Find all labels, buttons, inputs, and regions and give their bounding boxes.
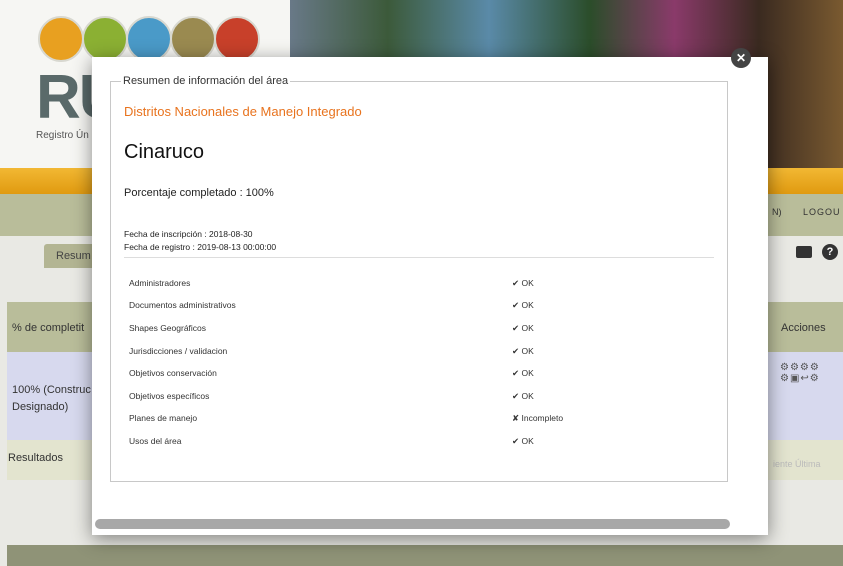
column-header-acciones: Acciones [781,322,826,334]
fecha-registro: Fecha de registro : 2019-08-13 00:00:00 [124,242,277,252]
item-status: ✔ OK [512,368,534,378]
summary-fieldset: Resumen de información del área [110,75,728,482]
item-status: ✔ OK [512,346,534,356]
column-header-completitud: % de completit [12,322,85,334]
item-status: ✔ OK [512,323,534,333]
registry-title: Registro Ún [36,130,89,141]
video-camera-icon[interactable] [796,246,812,258]
horizontal-scrollbar[interactable] [95,519,730,529]
logout-link[interactable]: LOGOU [803,207,841,217]
help-icon[interactable]: ? [822,244,838,260]
leaf-icon [82,16,128,62]
item-label: Planes de manejo [129,413,198,423]
item-status: ✔ OK [512,300,534,310]
summary-legend: Resumen de información del área [123,75,289,87]
percent-completed: Porcentaje completado : 100% [124,187,274,199]
results-label: Resultados [8,452,64,464]
item-label: Jurisdicciones / validacion [129,346,228,356]
divider [124,257,714,258]
area-category: Distritos Nacionales de Manejo Integrado [124,104,362,119]
item-label: Documentos administrativos [129,300,236,310]
pagination[interactable]: iente Última [773,459,821,469]
mountain-icon [126,16,172,62]
item-label: Objetivos conservación [129,368,217,378]
plant-icon [170,16,216,62]
palm-tree-icon [38,16,84,62]
animal-icon [214,16,260,62]
item-status: ✘ Incompleto [512,413,564,423]
row-action-icons[interactable]: ⚙⚙⚙⚙ ⚙▣↩⚙ [780,362,834,384]
item-status: ✔ OK [512,436,534,446]
row-line-1: 100% (Construc [12,384,91,396]
item-status: ✔ OK [512,391,534,401]
row-line-2: Designado) [12,401,69,413]
fecha-inscripcion: Fecha de inscripción : 2018-08-30 [124,229,253,239]
area-name: Cinaruco [124,141,205,163]
row-completitud-cell: 100% (Construc Designado) [12,382,91,416]
footer-bar [7,545,843,566]
item-label: Objetivos específicos [129,391,210,401]
item-status: ✔ OK [512,278,534,288]
item-label: Administradores [129,278,191,288]
item-label: Shapes Geográficos [129,323,207,333]
user-label: N) [772,207,782,217]
close-icon[interactable]: ✕ [731,48,751,68]
item-label: Usos del área [129,436,182,446]
